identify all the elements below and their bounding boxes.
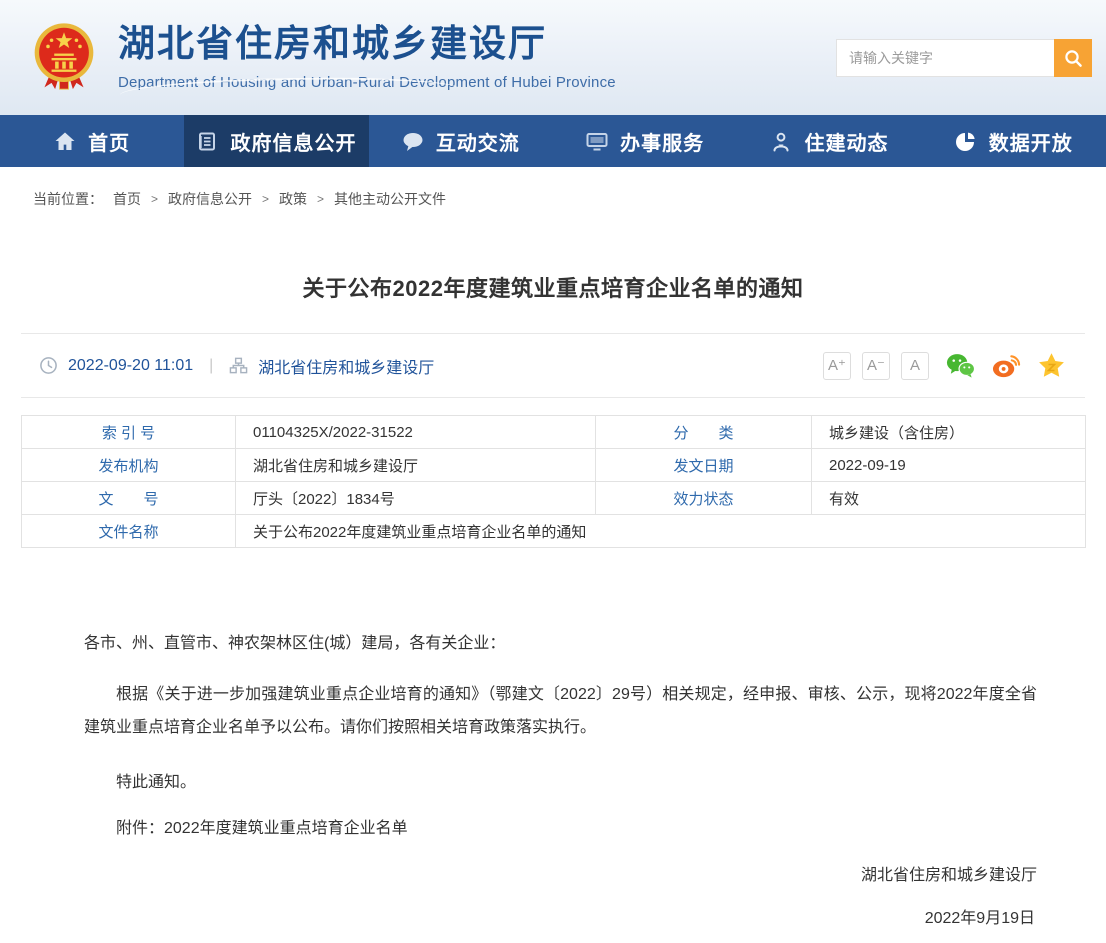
weibo-share-icon[interactable] [992, 352, 1021, 379]
index-number-label: 索 引 号 [22, 416, 236, 449]
article-meta-row: 2022-09-20 11:01 | 湖北省住房和城乡建设厅 A⁺ A⁻ A [21, 333, 1085, 398]
nav-label: 互动交流 [436, 127, 520, 156]
publish-source: 湖北省住房和城乡建设厅 [258, 354, 434, 378]
qzone-share-icon[interactable] [1038, 352, 1067, 379]
nav-item-home[interactable]: 首页 [0, 115, 184, 167]
breadcrumb-item-other-docs[interactable]: 其他主动公开文件 [334, 189, 446, 209]
nav-item-news[interactable]: 住建动态 [737, 115, 921, 167]
site-logo-link[interactable]: 湖北省住房和城乡建设厅 Department of Housing and Ur… [32, 19, 616, 97]
nav-label: 首页 [88, 127, 130, 156]
table-row: 文件名称 关于公布2022年度建筑业重点培育企业名单的通知 [22, 515, 1086, 548]
main-nav: 首页 政府信息公开 互动交流 办事服务 住建动态 数据开放 [0, 115, 1106, 167]
article-meta: 2022-09-20 11:01 | 湖北省住房和城乡建设厅 [39, 354, 434, 378]
publish-datetime: 2022-09-20 11:01 [68, 357, 193, 375]
issue-date-value: 2022-09-19 [812, 449, 1086, 482]
document-body: 各市、州、直管市、神农架林区住(城）建局，各有关企业： 根据《关于进一步加强建筑… [21, 632, 1085, 931]
wechat-share-icon[interactable] [946, 352, 975, 379]
clock-icon [39, 356, 58, 375]
site-header: 湖北省住房和城乡建设厅 Department of Housing and Ur… [0, 0, 1106, 115]
org-sitemap-icon [229, 356, 248, 375]
site-search [836, 39, 1092, 77]
document-title-label: 文件名称 [22, 515, 236, 548]
breadcrumb-item-home[interactable]: 首页 [113, 189, 141, 209]
category-value: 城乡建设（含住房） [812, 416, 1086, 449]
category-label: 分 类 [596, 416, 812, 449]
search-button[interactable] [1054, 39, 1092, 77]
font-reset-button[interactable]: A [901, 352, 929, 380]
issue-date-label: 发文日期 [596, 449, 812, 482]
search-input[interactable] [836, 39, 1054, 77]
nav-item-open-data[interactable]: 数据开放 [922, 115, 1106, 167]
nav-item-services[interactable]: 办事服务 [553, 115, 737, 167]
nav-item-interaction[interactable]: 互动交流 [369, 115, 553, 167]
table-row: 发布机构 湖北省住房和城乡建设厅 发文日期 2022-09-19 [22, 449, 1086, 482]
document-number-label: 文 号 [22, 482, 236, 515]
article-title: 关于公布2022年度建筑业重点培育企业名单的通知 [21, 271, 1085, 303]
site-title: 湖北省住房和城乡建设厅 [118, 24, 616, 67]
signature-date: 2022年9月19日 [84, 907, 1037, 931]
document-info-table: 索 引 号 01104325X/2022-31522 分 类 城乡建设（含住房）… [21, 415, 1086, 548]
site-subtitle: Department of Housing and Urban-Rural De… [118, 74, 616, 91]
national-emblem-icon [32, 19, 96, 97]
breadcrumb-separator: > [262, 192, 269, 206]
table-row: 索 引 号 01104325X/2022-31522 分 类 城乡建设（含住房） [22, 416, 1086, 449]
document-icon [196, 131, 218, 152]
article-tools: A⁺ A⁻ A [823, 352, 1067, 380]
nav-label: 办事服务 [620, 127, 704, 156]
article: 关于公布2022年度建筑业重点培育企业名单的通知 2022-09-20 11:0… [21, 271, 1085, 943]
breadcrumb-item-gov-info[interactable]: 政府信息公开 [168, 189, 252, 209]
breadcrumb-separator: > [151, 192, 158, 206]
nav-label: 数据开放 [989, 127, 1073, 156]
document-title-value: 关于公布2022年度建筑业重点培育企业名单的通知 [236, 515, 1086, 548]
nav-item-gov-info[interactable]: 政府信息公开 [184, 115, 368, 167]
font-decrease-button[interactable]: A⁻ [862, 352, 890, 380]
meta-divider: | [209, 357, 213, 375]
nav-label: 政府信息公开 [230, 127, 356, 156]
body-paragraph: 根据《关于进一步加强建筑业重点企业培育的通知》（鄂建文〔2022〕29号）相关规… [84, 678, 1037, 744]
breadcrumb-item-policy[interactable]: 政策 [279, 189, 307, 209]
issuing-agency-value: 湖北省住房和城乡建设厅 [236, 449, 596, 482]
pie-chart-icon [955, 131, 977, 152]
attachment-line: 附件：2022年度建筑业重点培育企业名单 [84, 814, 1037, 838]
signature: 湖北省住房和城乡建设厅 [84, 864, 1037, 888]
table-row: 文 号 厅头〔2022〕1834号 效力状态 有效 [22, 482, 1086, 515]
search-icon [1063, 48, 1083, 68]
closing-line: 特此通知。 [84, 768, 1037, 792]
person-icon [770, 131, 792, 152]
breadcrumb-label: 当前位置： [33, 189, 103, 209]
salutation: 各市、州、直管市、神农架林区住(城）建局，各有关企业： [84, 632, 1037, 656]
home-icon [54, 131, 76, 152]
chat-bubble-icon [402, 131, 424, 152]
document-number-value: 厅头〔2022〕1834号 [236, 482, 596, 515]
monitor-icon [586, 131, 608, 152]
breadcrumb: 当前位置： 首页 > 政府信息公开 > 政策 > 其他主动公开文件 [21, 189, 1085, 209]
breadcrumb-separator: > [317, 192, 324, 206]
nav-label: 住建动态 [804, 127, 888, 156]
validity-status-value: 有效 [812, 482, 1086, 515]
font-increase-button[interactable]: A⁺ [823, 352, 851, 380]
validity-status-label: 效力状态 [596, 482, 812, 515]
index-number-value: 01104325X/2022-31522 [236, 416, 596, 449]
issuing-agency-label: 发布机构 [22, 449, 236, 482]
